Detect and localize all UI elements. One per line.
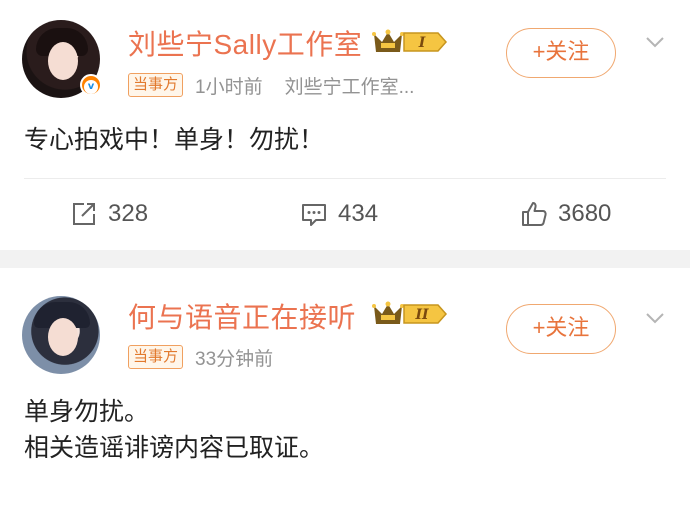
status-badge: 当事方 bbox=[128, 345, 184, 369]
crown-icon[interactable]: II bbox=[372, 300, 448, 328]
content-line: 单身勿扰。 bbox=[24, 398, 150, 426]
content-line: 专心拍戏中！单身！勿扰！ bbox=[24, 126, 325, 154]
like-icon bbox=[522, 202, 547, 226]
level-label: II bbox=[414, 307, 429, 323]
action-bar: 328 434 3680 bbox=[0, 196, 690, 236]
chevron-down-icon[interactable] bbox=[643, 30, 667, 54]
post-meta: 当事方 1小时前 刘些宁工作室... bbox=[128, 72, 414, 98]
repost-icon bbox=[73, 203, 95, 225]
crown-icon[interactable]: I bbox=[372, 28, 448, 56]
like-button[interactable]: 3680 bbox=[520, 196, 611, 232]
author-name[interactable]: 刘些宁Sally工作室 bbox=[128, 23, 362, 63]
content-line: 相关造谣诽谤内容已取证。 bbox=[24, 434, 325, 462]
avatar[interactable] bbox=[22, 296, 100, 374]
avatar-face bbox=[48, 42, 78, 80]
comment-count: 434 bbox=[338, 200, 379, 227]
like-count: 3680 bbox=[558, 200, 612, 227]
author-name[interactable]: 何与语音正在接听 bbox=[128, 296, 356, 336]
post-source[interactable]: 刘些宁工作室... bbox=[285, 72, 415, 99]
weibo-post-1: v 刘些宁Sally工作室 I 当事方 1小时前 刘些宁工作室... +关注 专… bbox=[0, 0, 690, 250]
divider bbox=[24, 178, 666, 179]
level-label: I bbox=[418, 35, 426, 51]
timestamp: 33分钟前 bbox=[195, 348, 274, 370]
post-content: 单身勿扰。 相关造谣诽谤内容已取证。 bbox=[24, 394, 324, 466]
follow-button[interactable]: +关注 bbox=[506, 28, 616, 78]
weibo-post-2: 何与语音正在接听 II 当事方 33分钟前 +关注 单身勿扰。 相关造谣诽谤内容… bbox=[0, 268, 690, 507]
comment-icon bbox=[302, 204, 326, 226]
timestamp: 1小时前 bbox=[195, 76, 263, 98]
post-meta: 当事方 33分钟前 bbox=[128, 344, 273, 370]
status-badge: 当事方 bbox=[128, 73, 184, 97]
comment-button[interactable]: 434 bbox=[300, 196, 378, 232]
repost-count: 328 bbox=[108, 200, 149, 227]
repost-button[interactable]: 328 bbox=[70, 196, 148, 232]
post-content: 专心拍戏中！单身！勿扰！ bbox=[24, 122, 324, 158]
avatar-face bbox=[48, 318, 78, 356]
follow-button[interactable]: +关注 bbox=[506, 304, 616, 354]
chevron-down-icon[interactable] bbox=[643, 306, 667, 330]
verified-icon: v bbox=[80, 74, 102, 96]
